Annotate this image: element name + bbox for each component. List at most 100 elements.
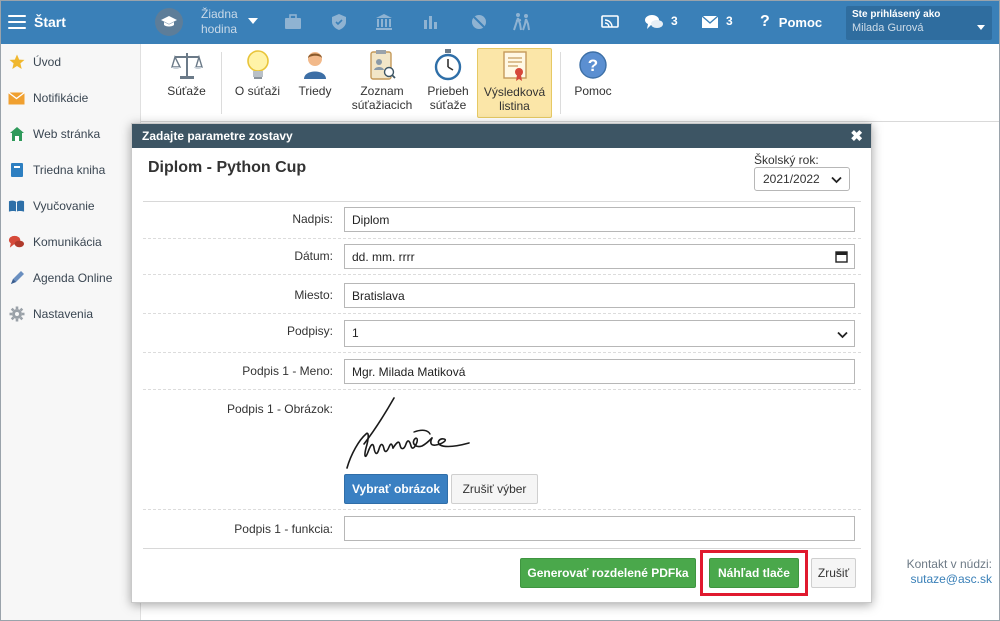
ribbon-label: Priebeh bbox=[427, 84, 469, 98]
podpis-funkcia-input[interactable] bbox=[344, 516, 855, 541]
sidebar-item-label: Úvod bbox=[33, 55, 62, 69]
ribbon-separator bbox=[221, 52, 222, 114]
podpisy-label: Podpisy: bbox=[286, 324, 333, 338]
user-menu[interactable]: Ste prihlásený ako Milada Gurová bbox=[846, 6, 992, 40]
divider bbox=[143, 201, 861, 202]
ribbon-label: Súťaže bbox=[167, 84, 206, 98]
podpis-meno-input[interactable]: Mgr. Milada Matiková bbox=[344, 359, 855, 384]
ribbon-triedy[interactable]: Triedy bbox=[291, 48, 339, 118]
students-icon[interactable] bbox=[512, 12, 532, 32]
clear-selection-button[interactable]: Zrušiť výber bbox=[451, 474, 538, 504]
print-preview-highlight bbox=[700, 550, 808, 596]
ribbon-label: Výsledková bbox=[483, 85, 546, 99]
signature-image bbox=[344, 396, 474, 472]
nadpis-input[interactable]: Diplom bbox=[344, 207, 855, 232]
shield-icon[interactable] bbox=[329, 12, 349, 32]
divider bbox=[143, 548, 861, 549]
ribbon-zoznam-sutaziacich[interactable]: Zoznam súťažiacich bbox=[344, 48, 420, 118]
datum-input[interactable]: dd. mm. rrrr bbox=[344, 244, 855, 269]
scales-icon bbox=[170, 48, 204, 82]
book-icon bbox=[8, 162, 25, 179]
ribbon-sutaze[interactable]: Súťaže bbox=[159, 48, 214, 118]
ribbon-separator bbox=[560, 52, 561, 114]
home-icon bbox=[8, 126, 25, 143]
sidebar-item-uvod[interactable]: Úvod bbox=[0, 44, 140, 80]
hamburger-icon bbox=[8, 15, 26, 29]
ribbon-vysledkova-listina[interactable]: Výsledková listina bbox=[477, 48, 552, 118]
envelope-icon bbox=[8, 90, 25, 107]
sidebar-item-triedna-kniha[interactable]: Triedna kniha bbox=[0, 152, 140, 188]
ribbon-o-sutazi[interactable]: O súťaži bbox=[230, 48, 285, 118]
lesson-selector[interactable]: Žiadna hodina bbox=[201, 7, 238, 37]
top-bar: Štart Žiadna hodina 3 3 ? Pomoc Ste prih bbox=[0, 0, 1000, 44]
briefcase-icon[interactable] bbox=[283, 12, 303, 32]
dialog-title: Diplom - Python Cup bbox=[148, 159, 307, 176]
main-menu-button[interactable]: Štart bbox=[0, 0, 140, 44]
miesto-label: Miesto: bbox=[294, 288, 333, 302]
sidebar-item-vyucovanie[interactable]: Vyučovanie bbox=[0, 188, 140, 224]
bar-chart-icon[interactable] bbox=[421, 12, 441, 32]
sidebar-item-label: Notifikácie bbox=[33, 91, 89, 105]
sidebar-item-nastavenia[interactable]: Nastavenia bbox=[0, 296, 140, 332]
bank-icon[interactable] bbox=[374, 12, 394, 32]
sidebar-item-komunikacia[interactable]: Komunikácia bbox=[0, 224, 140, 260]
podpis-meno-label: Podpis 1 - Meno: bbox=[242, 364, 333, 378]
chat-count-badge: 3 bbox=[671, 14, 678, 28]
svg-text:?: ? bbox=[588, 56, 598, 75]
question-icon: ? bbox=[760, 13, 770, 30]
school-year-select[interactable]: 2021/2022 bbox=[754, 167, 850, 191]
report-parameters-dialog: Zadajte parametre zostavy ✖ Diplom - Pyt… bbox=[131, 123, 872, 603]
dialog-header: Zadajte parametre zostavy ✖ bbox=[132, 124, 871, 148]
generate-split-pdf-button[interactable]: Generovať rozdelené PDFka bbox=[520, 558, 696, 588]
chevron-down-icon[interactable] bbox=[248, 18, 258, 24]
user-name: Milada Gurová bbox=[852, 22, 924, 34]
sidebar-item-label: Triedna kniha bbox=[33, 163, 106, 177]
menu-title: Štart bbox=[34, 14, 66, 30]
sidebar-item-notifikacie[interactable]: Notifikácie bbox=[0, 80, 140, 116]
divider bbox=[143, 274, 861, 275]
podpis-obrazok-label: Podpis 1 - Obrázok: bbox=[226, 402, 333, 416]
school-year-value: 2021/2022 bbox=[763, 172, 820, 186]
divider bbox=[143, 238, 861, 239]
divider bbox=[143, 509, 861, 510]
cancel-button[interactable]: Zrušiť bbox=[811, 558, 856, 588]
ribbon-priebeh-sutaze[interactable]: Priebeh súťaže bbox=[424, 48, 472, 118]
divider bbox=[143, 313, 861, 314]
mail-icon[interactable] bbox=[700, 12, 720, 32]
pen-icon bbox=[8, 270, 25, 287]
chat-icon[interactable] bbox=[644, 12, 664, 32]
user-heading: Ste prihlásený ako bbox=[852, 9, 941, 20]
sidebar-item-label: Komunikácia bbox=[33, 235, 102, 249]
help-label: Pomoc bbox=[778, 14, 823, 30]
divider bbox=[143, 352, 861, 353]
ribbon-pomoc[interactable]: ? Pomoc bbox=[569, 48, 617, 118]
sidebar: Úvod Notifikácie Web stránka Triedna kni… bbox=[0, 44, 141, 621]
calendar-icon[interactable] bbox=[835, 250, 848, 266]
no-ball-icon[interactable] bbox=[469, 12, 489, 32]
ribbon-label-line2: súťažiacich bbox=[351, 98, 413, 112]
chat-bubbles-icon bbox=[8, 234, 25, 251]
lesson-line-1: Žiadna bbox=[201, 7, 238, 21]
podpisy-select[interactable]: 1 bbox=[344, 320, 855, 347]
school-hat-icon[interactable] bbox=[155, 8, 183, 36]
cast-icon[interactable] bbox=[600, 12, 620, 32]
ribbon-label-line2: listina bbox=[499, 99, 530, 113]
clipboard-icon bbox=[365, 48, 399, 82]
help-button[interactable]: ? Pomoc bbox=[760, 13, 822, 31]
sidebar-item-agenda-online[interactable]: Agenda Online bbox=[0, 260, 140, 296]
ribbon-label: Zoznam bbox=[360, 84, 404, 98]
contact-email-link[interactable]: sutaze@asc.sk bbox=[910, 572, 992, 586]
sidebar-item-web-stranka[interactable]: Web stránka bbox=[0, 116, 140, 152]
chevron-down-icon bbox=[831, 173, 842, 187]
podpis-funkcia-label: Podpis 1 - funkcia: bbox=[234, 522, 333, 536]
choose-image-button[interactable]: Vybrať obrázok bbox=[344, 474, 448, 504]
chevron-down-icon bbox=[837, 328, 848, 342]
close-icon[interactable]: ✖ bbox=[850, 127, 863, 145]
podpisy-value: 1 bbox=[352, 326, 359, 340]
miesto-input[interactable]: Bratislava bbox=[344, 283, 855, 308]
open-book-icon bbox=[8, 198, 25, 215]
nadpis-label: Nadpis: bbox=[292, 212, 333, 226]
certificate-icon bbox=[498, 49, 532, 83]
sidebar-item-label: Nastavenia bbox=[33, 307, 94, 321]
school-year-label: Školský rok: bbox=[754, 153, 819, 167]
